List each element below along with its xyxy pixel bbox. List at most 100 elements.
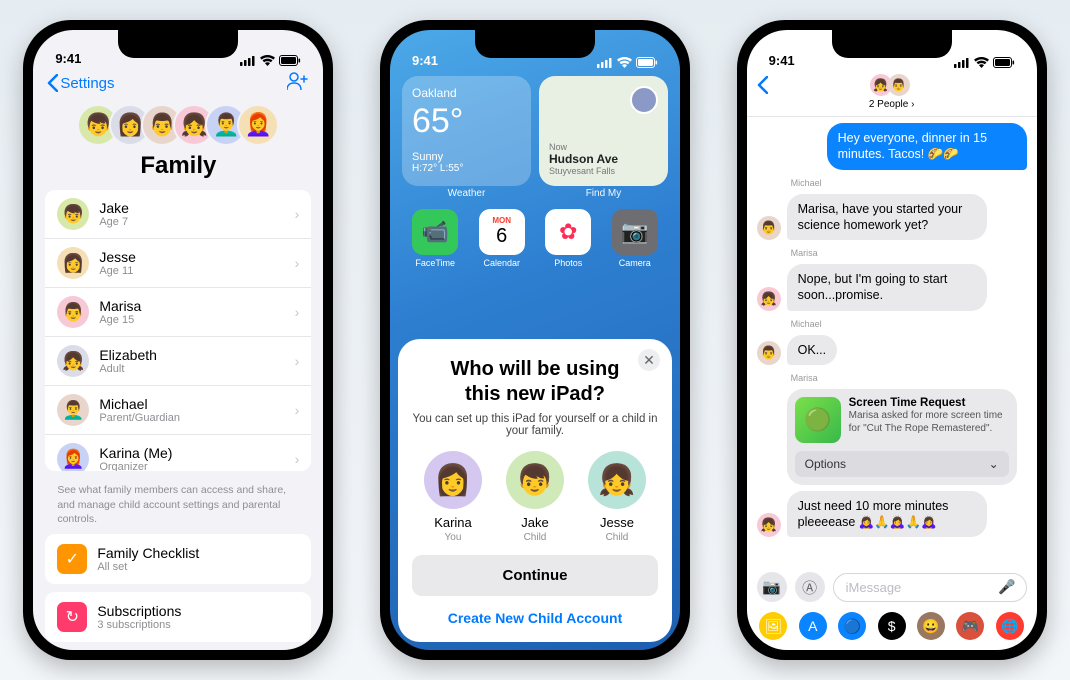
nav-bar: Settings — [33, 68, 323, 94]
app-icon: ✿ — [545, 209, 591, 255]
findmy-widget[interactable]: Now Hudson Ave Stuyvesant Falls — [539, 76, 668, 186]
apps-icon: Ⓐ — [802, 577, 817, 598]
create-child-link[interactable]: Create New Child Account — [412, 606, 658, 630]
msg-bubble[interactable]: Hey everyone, dinner in 15 minutes. Taco… — [827, 123, 1027, 170]
user-option[interactable]: 👦 Jake Child — [506, 451, 564, 543]
msg-bubble[interactable]: Nope, but I'm going to start soon...prom… — [787, 264, 987, 311]
setup-modal: ✕ Who will be using this new iPad? You c… — [398, 339, 672, 642]
user-name: Jake — [521, 515, 548, 530]
battery-icon — [993, 57, 1015, 68]
msg-bubble[interactable]: OK... — [787, 335, 837, 365]
close-button[interactable]: ✕ — [638, 349, 660, 371]
weather-hilo: H:72° L:55° — [412, 163, 521, 174]
weather-location: Oakland — [412, 86, 521, 100]
imessage-app[interactable]: A — [799, 612, 827, 640]
message-in: 👨 Marisa, have you started your science … — [757, 194, 1027, 241]
member-name: Elizabeth — [99, 347, 294, 363]
person-add-icon — [287, 72, 309, 90]
app-icon: 📷 — [612, 209, 658, 255]
app-label: Photos — [554, 258, 582, 268]
options-button[interactable]: Options ⌄ — [795, 451, 1009, 477]
findmy-place: Hudson Ave — [549, 152, 658, 166]
st-body: Marisa asked for more screen time for "C… — [849, 409, 1009, 435]
chevron-right-icon: › — [295, 206, 300, 222]
home-app[interactable]: 📹FaceTime — [406, 209, 465, 268]
message-in: 👨 OK... — [757, 335, 1027, 365]
home-app[interactable]: MON6Calendar — [472, 209, 531, 268]
family-member-row[interactable]: 👦 Jake Age 7 › — [45, 190, 311, 239]
subscriptions-card[interactable]: ↻ Subscriptions 3 subscriptions — [45, 592, 311, 642]
card-sub: 3 subscriptions — [97, 619, 299, 631]
findmy-avatar — [630, 86, 658, 114]
statusbar-icons — [597, 57, 658, 68]
st-title: Screen Time Request — [849, 397, 1009, 409]
add-person-button[interactable] — [287, 72, 309, 94]
member-sub: Adult — [99, 363, 294, 375]
app-label: FaceTime — [415, 258, 455, 268]
family-screen: 9:41 Settings 👦👩👨👧👨‍🦱👩‍🦰 Family 👦 Jake A… — [33, 30, 323, 650]
list-footnote: See what family members can access and s… — [33, 479, 323, 534]
msg-bubble[interactable]: Just need 10 more minutes pleeeease 🙇‍♀️… — [787, 491, 987, 538]
wifi-icon — [974, 57, 989, 68]
page-title: Family — [33, 152, 323, 180]
member-sub: Organizer — [99, 461, 294, 471]
camera-button[interactable]: 📷 — [757, 572, 787, 602]
family-member-row[interactable]: 👩‍🦰 Karina (Me) Organizer › — [45, 435, 311, 471]
imessage-app[interactable]: 🖼 — [759, 612, 787, 640]
imessage-app[interactable]: $ — [878, 612, 906, 640]
family-member-row[interactable]: 👧 Elizabeth Adult › — [45, 337, 311, 386]
msg-bubble[interactable]: Marisa, have you started your science ho… — [787, 194, 987, 241]
family-member-row[interactable]: 👨‍🦱 Michael Parent/Guardian › — [45, 386, 311, 435]
weather-temp: 65° — [412, 102, 521, 141]
msg-avatar: 👧 — [757, 513, 781, 537]
findmy-now: Now — [549, 142, 658, 152]
sender-label: Michael — [791, 178, 1027, 188]
checklist-icon: ✓ — [57, 544, 87, 574]
message-input[interactable]: iMessage 🎤 — [833, 573, 1027, 602]
back-button[interactable] — [757, 74, 775, 100]
imessage-app[interactable]: 😀 — [917, 612, 945, 640]
imessage-app[interactable]: 🔵 — [838, 612, 866, 640]
user-avatar: 👩 — [424, 451, 482, 509]
statusbar-time: 9:41 — [769, 53, 795, 68]
modal-title-l2: this new iPad? — [465, 383, 605, 405]
msg-avatar: 👨 — [757, 341, 781, 365]
imessage-app[interactable]: 🎮 — [956, 612, 984, 640]
family-avatar-stack: 👦👩👨👧👨‍🦱👩‍🦰 — [33, 104, 323, 146]
user-option[interactable]: 👧 Jesse Child — [588, 451, 646, 543]
user-options-row: 👩 Karina You 👦 Jake Child 👧 Jesse Child — [412, 451, 658, 543]
signal-icon — [597, 58, 613, 68]
chevron-left-icon — [47, 74, 58, 92]
findmy-area: Stuyvesant Falls — [549, 166, 658, 176]
home-screen: 9:41 Oakland 65° Sunny H:72° L:55° Weath… — [390, 30, 680, 650]
input-placeholder: iMessage — [846, 580, 902, 595]
battery-icon — [636, 57, 658, 68]
family-checklist-card[interactable]: ✓ Family Checklist All set — [45, 534, 311, 584]
chevron-right-icon: › — [295, 402, 300, 418]
msg-avatar: 👨 — [757, 216, 781, 240]
family-member-row[interactable]: 👩 Jesse Age 11 › — [45, 239, 311, 288]
continue-button[interactable]: Continue — [412, 555, 658, 596]
family-member-row[interactable]: 👨 Marisa Age 15 › — [45, 288, 311, 337]
notch — [832, 30, 952, 58]
msg-avatar: 👧 — [757, 287, 781, 311]
imessage-app[interactable]: 🌐 — [996, 612, 1024, 640]
battery-icon — [279, 55, 301, 66]
card-sub: All set — [97, 561, 299, 573]
home-app[interactable]: 📷Camera — [605, 209, 664, 268]
member-name: Jesse — [99, 249, 294, 265]
apps-button[interactable]: Ⓐ — [795, 572, 825, 602]
home-app[interactable]: ✿ Photos — [539, 209, 598, 268]
mic-icon: 🎤 — [998, 579, 1015, 596]
family-member-list: 👦 Jake Age 7 ›👩 Jesse Age 11 ›👨 Marisa A… — [45, 190, 311, 471]
user-option[interactable]: 👩 Karina You — [424, 451, 482, 543]
message-thread[interactable]: Hey everyone, dinner in 15 minutes. Taco… — [747, 117, 1037, 566]
card-text: Subscriptions 3 subscriptions — [97, 603, 299, 631]
thread-title[interactable]: 👧 👨 2 People › — [775, 74, 1009, 110]
sender-label: Marisa — [791, 373, 1027, 383]
member-avatar: 👧 — [57, 345, 89, 377]
back-button[interactable]: Settings — [47, 74, 114, 92]
weather-widget[interactable]: Oakland 65° Sunny H:72° L:55° — [402, 76, 531, 186]
screen-time-card[interactable]: 🟢 Screen Time Request Marisa asked for m… — [787, 389, 1017, 485]
chevron-left-icon — [757, 76, 768, 94]
